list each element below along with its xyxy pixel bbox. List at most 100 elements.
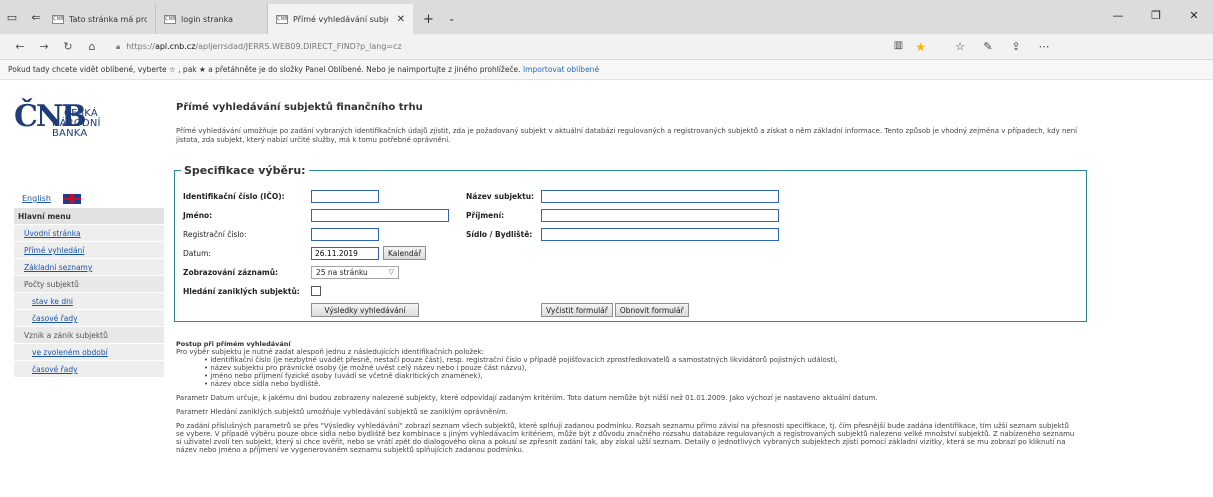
sidebar-item-basic-lists[interactable]: Základní seznamy: [14, 258, 164, 275]
lock-icon: 🔒︎: [116, 41, 121, 51]
share-icon[interactable]: ⇪: [1004, 40, 1028, 53]
tab-bar-left: ▭ ⇐: [0, 0, 44, 34]
english-link[interactable]: English: [22, 194, 51, 203]
url-field[interactable]: 🔒︎ https://apl.cnb.cz/apljerrsdad/JERRS.…: [116, 37, 932, 57]
sidebar-section-counts: Počty subjektů: [14, 275, 164, 292]
date-label: Datum:: [183, 248, 211, 258]
page-title: Přímé vyhledávání subjektů finančního tr…: [176, 102, 423, 113]
sidebar-item-origin-series[interactable]: časové řady: [14, 360, 164, 377]
sidebar: English Hlavní menu Úvodní stránka Přímé…: [14, 190, 164, 377]
help-heading: Postup při přímém vyhledávání: [176, 340, 291, 348]
refresh-icon[interactable]: ↻: [56, 36, 80, 58]
list-item: název obce sídla nebo bydliště.: [204, 380, 1206, 388]
first-name-label: Jméno:: [183, 210, 213, 220]
date-input[interactable]: [311, 246, 379, 260]
chevron-down-icon[interactable]: ⌄: [448, 14, 456, 24]
zobrazovani-row: Zobrazování záznamů: 25 na stránku ▽: [183, 265, 399, 279]
tab-label: Přímé vyhledávání subje: [293, 14, 388, 24]
cnb-favicon-icon: ČNB: [276, 14, 288, 24]
form-legend: Specifikace výběru:: [184, 164, 306, 177]
browser-tab-bar: ▭ ⇐ ČNB Tato stránka má problémy s ČNB l…: [0, 0, 1213, 34]
chevron-down-icon: ▽: [388, 268, 394, 276]
surname-input[interactable]: [541, 208, 779, 222]
defunct-checkbox[interactable]: [311, 286, 321, 296]
main-content: Přímé vyhledávání subjektů finančního tr…: [174, 102, 1206, 454]
name-row: Název subjektu:: [466, 189, 779, 203]
tab-preview-icon[interactable]: ⇐: [28, 9, 44, 25]
sidebar-section-origin: Vznik a zánik subjektů: [14, 326, 164, 343]
subject-name-input[interactable]: [541, 189, 779, 203]
ico-row: Identifikační číslo (IČO):: [183, 189, 379, 203]
ico-label: Identifikační číslo (IČO):: [183, 191, 285, 201]
help-lead: Pro výběr subjektu je nutné zadat alespo…: [176, 348, 484, 356]
reg-row: Registrační číslo:: [183, 227, 379, 241]
minimize-icon[interactable]: —: [1099, 0, 1137, 30]
tab-problems[interactable]: ČNB Tato stránka má problémy s: [44, 4, 156, 34]
sidlo-row: Sídlo / Bydliště:: [466, 227, 779, 241]
calendar-button[interactable]: Kalendář: [383, 246, 427, 260]
favorites-bar-text: Pokud tady chcete vidět oblíbené, vybert…: [8, 65, 521, 74]
search-form: Specifikace výběru: Identifikační číslo …: [174, 164, 1087, 322]
browser-tools: ☆ ✎ ⇪ ⋯: [948, 40, 1056, 53]
name-label: Název subjektu:: [466, 191, 535, 201]
cnb-logo[interactable]: ČNB ČESKÁ NÁRODNÍ BANKA: [14, 100, 134, 150]
datum-row: Datum: Kalendář: [183, 246, 427, 260]
tab-login[interactable]: ČNB login stranka: [156, 4, 268, 34]
tab-actions-icon[interactable]: ▭: [4, 9, 20, 25]
sidebar-item-state-date[interactable]: stav ke dni: [14, 292, 164, 309]
plus-icon[interactable]: +: [423, 12, 434, 27]
cnb-favicon-icon: ČNB: [52, 14, 64, 24]
tab-label: Tato stránka má problémy s: [69, 14, 147, 24]
logo-text: ČESKÁ NÁRODNÍ BANKA: [52, 108, 101, 139]
more-icon[interactable]: ⋯: [1032, 40, 1056, 53]
help-date-paragraph: Parametr Datum určuje, k jakému dni budo…: [176, 394, 878, 402]
pen-icon[interactable]: ✎: [976, 40, 1000, 53]
seat-input[interactable]: [541, 227, 779, 241]
address-bar: ← → ↻ ⌂ 🔒︎ https://apl.cnb.cz/apljerrsda…: [0, 34, 1213, 60]
first-name-input[interactable]: [311, 208, 449, 222]
ico-input[interactable]: [311, 189, 379, 203]
main-menu-heading: Hlavní menu: [14, 207, 164, 224]
defunct-label: Hledání zaniklých subjektů:: [183, 286, 300, 296]
uk-flag-icon[interactable]: [62, 193, 81, 204]
surname-label: Příjmení:: [466, 210, 505, 220]
home-icon[interactable]: ⌂: [80, 36, 104, 58]
url-text: https://apl.cnb.cz/apljerrsdad/JERRS.WEB…: [126, 42, 402, 51]
favorite-star-icon[interactable]: ★: [915, 40, 926, 54]
zanikle-row: Hledání zaniklých subjektů:: [183, 284, 321, 298]
help-section: Postup při přímém vyhledávání Pro výběr …: [176, 340, 1206, 454]
list-item: jméno nebo příjmení fyzické osoby (uvádí…: [204, 372, 1206, 380]
window-controls: — ❐ ✕: [1099, 0, 1213, 30]
back-arrow-icon[interactable]: ←: [8, 36, 32, 58]
url-actions: ▥ ★: [894, 40, 932, 54]
sidebar-item-home[interactable]: Úvodní stránka: [14, 224, 164, 241]
reg-number-input[interactable]: [311, 227, 379, 241]
forward-arrow-icon[interactable]: →: [32, 36, 56, 58]
sidebar-item-direct-find[interactable]: Přímé vyhledání: [14, 241, 164, 258]
help-results-paragraph: Po zadání příslušných parametrů se přes …: [176, 422, 1075, 454]
window-close-icon[interactable]: ✕: [1175, 0, 1213, 30]
seat-label: Sídlo / Bydliště:: [466, 229, 533, 239]
sidebar-item-time-series[interactable]: časové řady: [14, 309, 164, 326]
clear-form-button[interactable]: Vyčistit formulář: [541, 303, 613, 317]
tab-direct-find[interactable]: ČNB Přímé vyhledávání subje ✕: [268, 4, 413, 34]
reg-number-label: Registrační číslo:: [183, 229, 247, 239]
tab-add-area: + ⌄: [413, 4, 465, 34]
close-icon[interactable]: ✕: [397, 14, 405, 25]
favorites-bar: Pokud tady chcete vidět oblíbené, vybert…: [0, 60, 1213, 80]
favorites-hub-icon[interactable]: ☆: [948, 40, 972, 53]
maximize-icon[interactable]: ❐: [1137, 0, 1175, 30]
cnb-favicon-icon: ČNB: [164, 14, 176, 24]
tab-label: login stranka: [181, 14, 233, 24]
sidebar-item-period[interactable]: ve zvoleném období: [14, 343, 164, 360]
records-per-page-select[interactable]: 25 na stránku ▽: [311, 265, 399, 279]
records-label: Zobrazování záznamů:: [183, 267, 279, 277]
help-defunct-paragraph: Parametr Hledání zaniklých subjektů umož…: [176, 408, 508, 416]
reset-form-button[interactable]: Obnovit formulář: [614, 303, 689, 317]
reading-view-icon[interactable]: ▥: [894, 40, 903, 54]
import-favorites-link[interactable]: Importovat oblíbené: [523, 65, 599, 74]
list-item: název subjektu pro právnické osoby (je m…: [204, 364, 1206, 372]
search-results-button[interactable]: Výsledky vyhledávání: [311, 303, 419, 317]
help-list: identifikační číslo (je nezbytné uvádět …: [176, 356, 1206, 388]
intro-text: Přímé vyhledávání umožňuje po zadání vyb…: [176, 127, 1078, 144]
